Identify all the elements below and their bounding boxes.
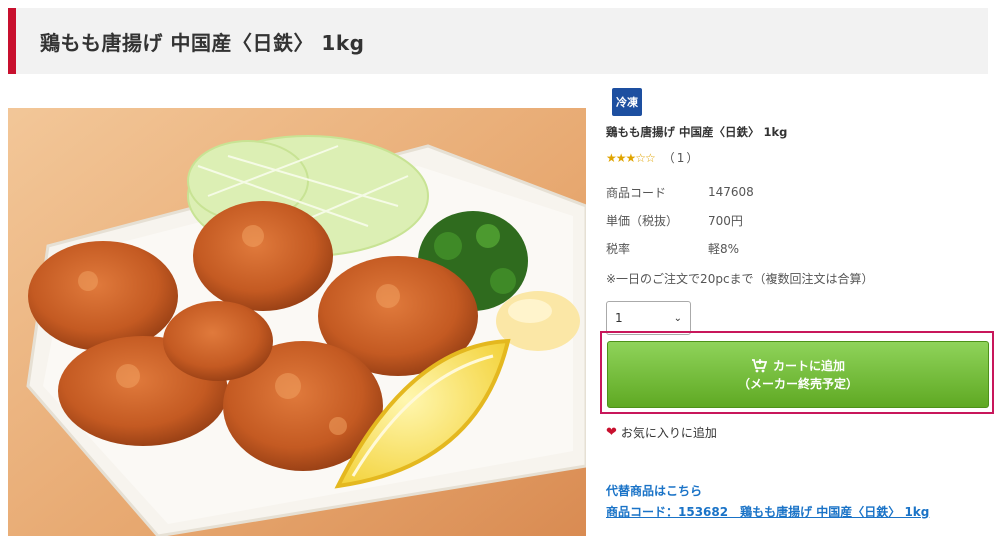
frozen-badge: 冷凍 bbox=[612, 88, 642, 116]
spec-value: 700円 bbox=[708, 213, 743, 228]
add-to-cart-button[interactable]: カートに追加 （メーカー終売予定） bbox=[607, 341, 989, 408]
spec-label: 税率 bbox=[606, 241, 631, 256]
spec-row-price: 単価（税抜） 700円 bbox=[606, 206, 990, 234]
product-image bbox=[8, 86, 586, 536]
add-favorite-link[interactable]: ❤ お気に入りに追加 bbox=[606, 424, 717, 441]
title-bar: 鶏もも唐揚げ 中国産〈日鉄〉 1kg bbox=[8, 8, 988, 74]
alternative-product-link[interactable]: 商品コード：153682 鶏もも唐揚げ 中国産〈日鉄〉 1kg bbox=[606, 502, 929, 523]
page-title: 鶏もも唐揚げ 中国産〈日鉄〉 1kg bbox=[40, 30, 365, 55]
star-rating-icon: ★★★☆☆ bbox=[606, 150, 656, 165]
favorite-label: お気に入りに追加 bbox=[620, 426, 717, 440]
rating[interactable]: ★★★☆☆ （1） bbox=[606, 149, 990, 166]
spec-table: 商品コード 147608 単価（税抜） 700円 税率 軽8% bbox=[606, 178, 990, 262]
heart-icon: ❤ bbox=[606, 425, 617, 440]
spec-label: 単価（税抜） bbox=[606, 213, 679, 228]
cart-highlight-frame: カートに追加 （メーカー終売予定） bbox=[600, 331, 994, 414]
alternative-product: 代替商品はこちら 商品コード：153682 鶏もも唐揚げ 中国産〈日鉄〉 1kg bbox=[606, 481, 929, 523]
product-name: 鶏もも唐揚げ 中国産〈日鉄〉 1kg bbox=[606, 125, 788, 139]
spec-label: 商品コード bbox=[606, 185, 667, 200]
spec-row-tax: 税率 軽8% bbox=[606, 234, 990, 262]
review-count: （1） bbox=[662, 151, 701, 165]
quantity-value: 1 bbox=[615, 311, 623, 325]
chevron-down-icon: ⌄ bbox=[673, 312, 682, 324]
product-info: 冷凍 鶏もも唐揚げ 中国産〈日鉄〉 1kg ★★★☆☆ （1） 商品コード 14… bbox=[606, 88, 990, 335]
spec-value: 軽8% bbox=[708, 241, 740, 256]
quantity-select[interactable]: 1 ⌄ bbox=[606, 301, 691, 335]
discontinued-note: （メーカー終売予定） bbox=[737, 376, 858, 391]
order-limit-note: ※一日のご注文で20pcまで（複数回注文は合算） bbox=[606, 272, 874, 286]
spec-row-code: 商品コード 147608 bbox=[606, 178, 990, 206]
spec-value: 147608 bbox=[708, 185, 754, 199]
alternative-heading[interactable]: 代替商品はこちら bbox=[606, 481, 929, 502]
cart-icon bbox=[751, 358, 767, 372]
add-to-cart-label: カートに追加 bbox=[772, 358, 845, 373]
karaage-photo bbox=[8, 86, 586, 536]
